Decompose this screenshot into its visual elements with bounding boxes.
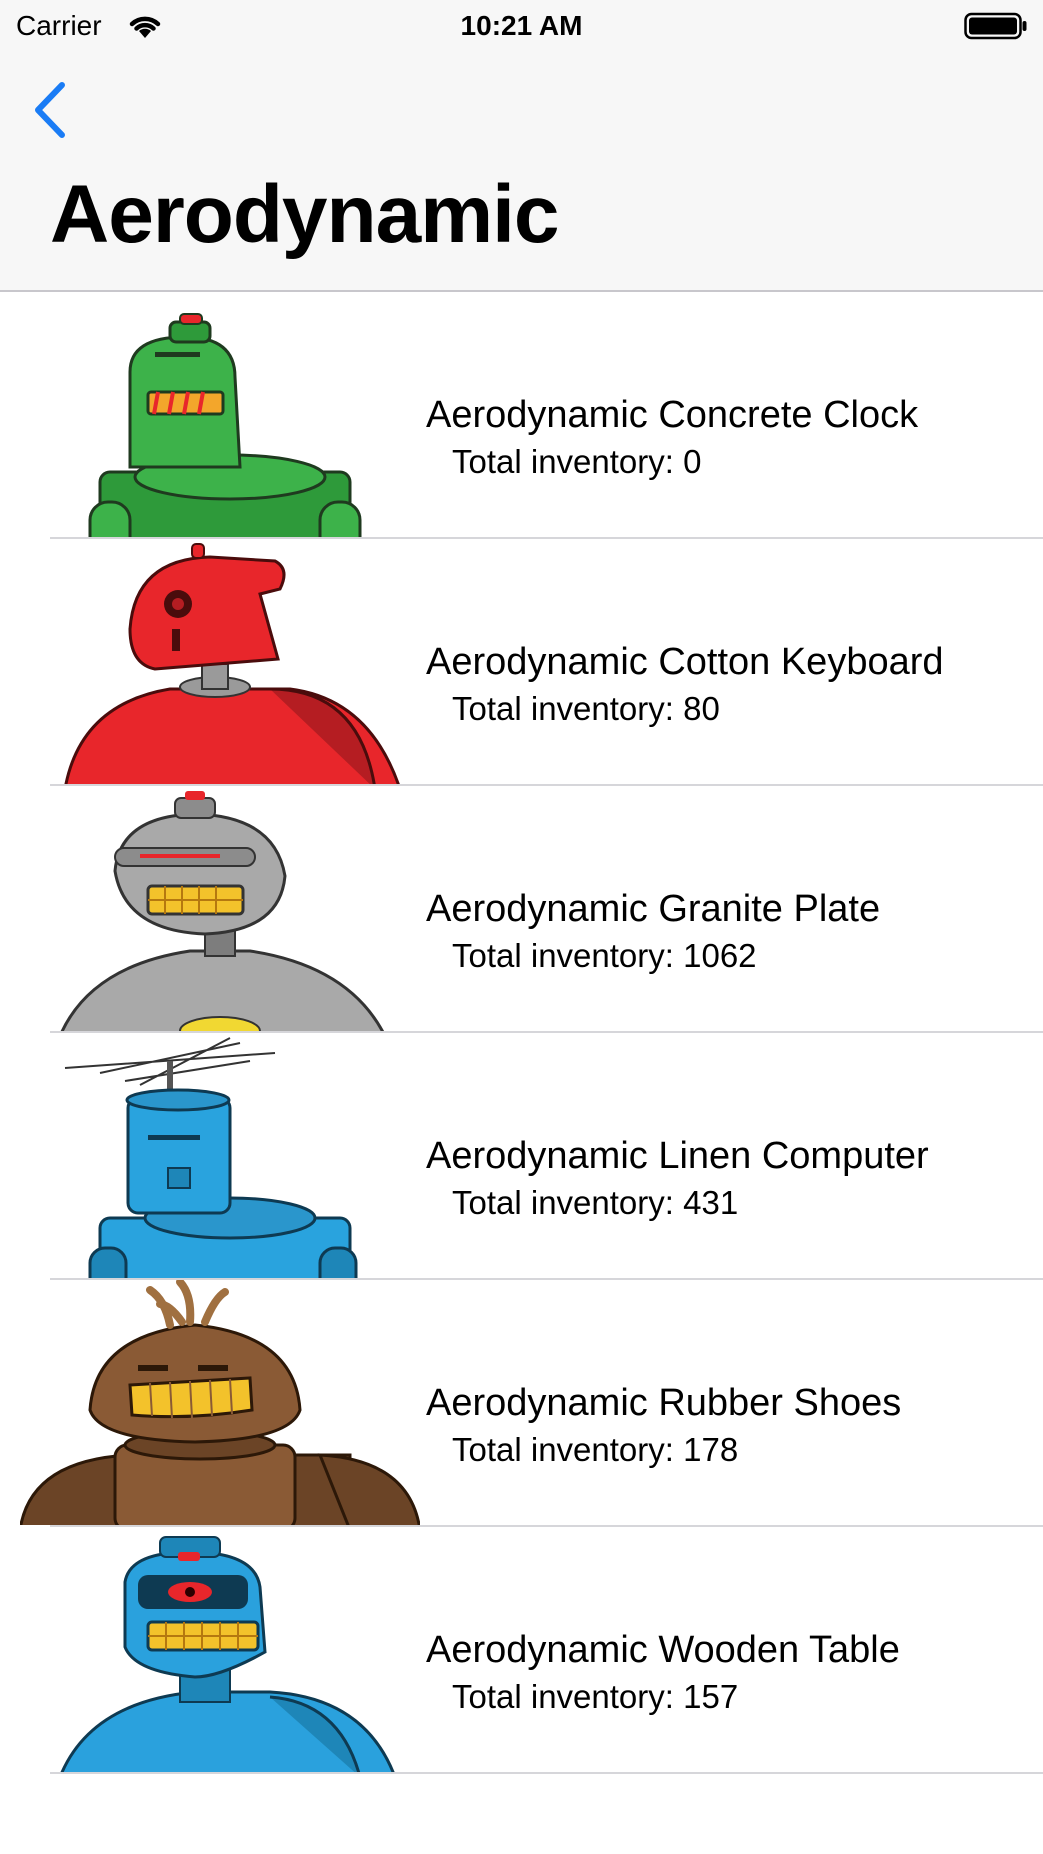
status-time: 10:21 AM <box>460 10 583 41</box>
back-button[interactable] <box>22 74 78 146</box>
item-title: Aerodynamic Rubber Shoes <box>426 1382 902 1424</box>
list-item[interactable]: Aerodynamic Granite Plate Total inventor… <box>0 786 1043 1033</box>
blue-robot-icon <box>60 1536 395 1772</box>
item-title: Aerodynamic Granite Plate <box>426 888 881 930</box>
chevron-left-icon <box>35 82 65 138</box>
item-inventory: Total inventory: 0 <box>452 443 702 480</box>
product-image <box>20 1033 420 1278</box>
product-list: Aerodynamic Concrete Clock Total invento… <box>0 292 1043 1774</box>
item-title: Aerodynamic Wooden Table <box>426 1629 900 1671</box>
product-image <box>20 292 420 537</box>
status-bar: Carrier 10:21 AM <box>0 0 1043 52</box>
list-item[interactable]: Aerodynamic Linen Computer Total invento… <box>0 1033 1043 1280</box>
item-title: Aerodynamic Cotton Keyboard <box>426 641 944 683</box>
navigation-bar: Aerodynamic <box>0 52 1043 292</box>
item-inventory: Total inventory: 1062 <box>452 937 757 974</box>
page-title: Aerodynamic <box>50 169 560 260</box>
item-title: Aerodynamic Linen Computer <box>426 1135 929 1177</box>
product-image <box>20 786 420 1031</box>
product-image <box>20 1280 420 1525</box>
item-inventory: Total inventory: 80 <box>452 690 720 727</box>
battery-icon <box>964 12 1027 40</box>
screen: Carrier 10:21 AM Aerodynamic Aerodynamic… <box>0 0 1043 1854</box>
list-item[interactable]: Aerodynamic Concrete Clock Total invento… <box>0 292 1043 539</box>
product-image <box>20 539 420 784</box>
item-inventory: Total inventory: 157 <box>452 1678 739 1715</box>
item-inventory: Total inventory: 431 <box>452 1184 739 1221</box>
gray-robot-icon <box>60 791 384 1031</box>
list-item[interactable]: Aerodynamic Wooden Table Total inventory… <box>0 1527 1043 1774</box>
blue-antenna-robot-icon <box>64 1037 358 1278</box>
green-robot-icon <box>88 313 362 537</box>
list-item[interactable]: Aerodynamic Rubber Shoes Total inventory… <box>0 1280 1043 1527</box>
brown-robot-icon <box>20 1280 420 1525</box>
item-inventory: Total inventory: 178 <box>452 1431 739 1468</box>
product-image <box>20 1527 420 1772</box>
red-robot-icon <box>64 543 400 784</box>
item-title: Aerodynamic Concrete Clock <box>426 394 919 436</box>
list-item[interactable]: Aerodynamic Cotton Keyboard Total invent… <box>0 539 1043 786</box>
